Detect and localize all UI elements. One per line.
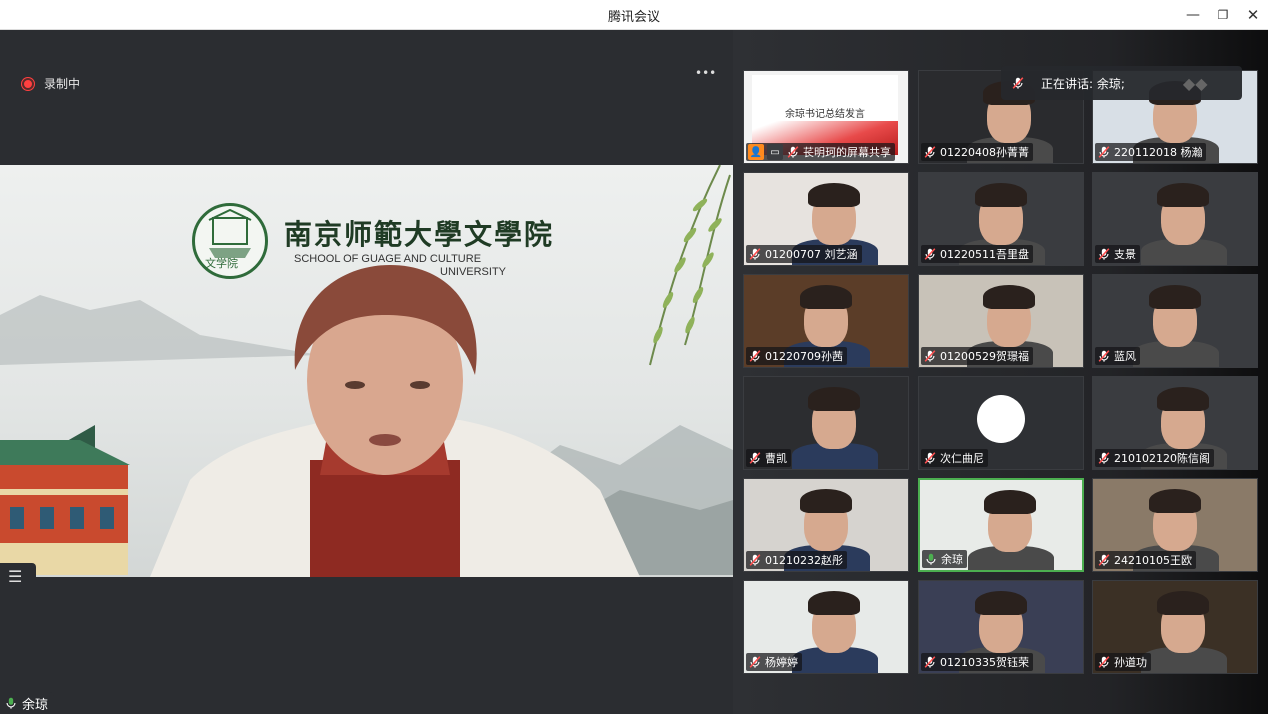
participant-label: 01200529贺璟福 (921, 347, 1033, 365)
participant-label: 210102120陈信阁 (1095, 449, 1214, 467)
mic-muted-icon (923, 247, 937, 261)
recording-label: 录制中 (44, 77, 81, 91)
list-menu-icon[interactable]: ☰ (0, 563, 36, 591)
mic-muted-icon (1097, 349, 1111, 363)
participant-label: 杨婷婷 (746, 653, 802, 671)
participant-name: 01210335贺钰荣 (940, 656, 1029, 669)
speaker-video[interactable]: 文学院 南京师範大學文學院 SCHOOL OF GUAGE AND CULTUR… (0, 165, 733, 577)
window-title: 腾讯会议 (607, 10, 660, 25)
mic-muted-icon (1097, 451, 1111, 465)
mic-muted-icon (786, 145, 800, 159)
participant-label: 孙道功 (1095, 653, 1151, 671)
title-bar: 腾讯会议 — ❐ ✕ (0, 0, 1268, 30)
participant-name: 蓝风 (1114, 350, 1136, 363)
participant-tile[interactable]: 支景 (1092, 172, 1258, 266)
participant-name: 01200529贺璟福 (940, 350, 1029, 363)
mic-muted-icon (748, 553, 762, 567)
participant-name: 24210105王欧 (1114, 554, 1192, 567)
mic-muted-icon (923, 655, 937, 669)
mic-on-icon (924, 552, 938, 566)
participant-tile[interactable]: 24210105王欧 (1092, 478, 1258, 572)
participant-label: 01200707 刘艺涵 (746, 245, 862, 263)
host-icon: 👤 (748, 144, 764, 160)
participant-name: 孙道功 (1114, 656, 1147, 669)
participant-tile[interactable]: 01210335贺钰荣 (918, 580, 1084, 674)
participant-tile[interactable]: 余琼书记总结发言 👤 ▭ 苌明珂的屏幕共享 (743, 70, 909, 164)
mic-muted-icon (748, 349, 762, 363)
participant-name: 01220709孙茜 (765, 350, 843, 363)
participant-name: 杨婷婷 (765, 656, 798, 669)
mic-muted-icon (923, 451, 937, 465)
participant-label: 01220511吾里盘 (921, 245, 1033, 263)
participant-tile[interactable]: 01220709孙茜 (743, 274, 909, 368)
participant-tile[interactable]: 杨婷婷 (743, 580, 909, 674)
participant-tile[interactable]: 孙道功 (1092, 580, 1258, 674)
participant-name: 次仁曲尼 (940, 452, 984, 465)
mic-muted-icon (923, 145, 937, 159)
avatar (977, 395, 1025, 443)
record-dot-icon (22, 77, 34, 90)
mic-on-icon (4, 696, 18, 710)
participant-name: 01200707 刘艺涵 (765, 248, 858, 261)
mic-muted-icon (748, 451, 762, 465)
mic-muted-icon (1097, 247, 1111, 261)
mic-muted-icon (1097, 145, 1111, 159)
participant-name: 曹凯 (765, 452, 787, 465)
speaking-text: 正在讲话: 余琼; (1041, 76, 1125, 91)
screen-share-icon: ▭ (767, 144, 783, 160)
participant-tile[interactable]: 曹凯 (743, 376, 909, 470)
participant-label: 蓝风 (1095, 347, 1140, 365)
participant-tile[interactable]: 01200707 刘艺涵 (743, 172, 909, 266)
participant-label: 支景 (1095, 245, 1140, 263)
close-button[interactable]: ✕ (1242, 4, 1264, 26)
participant-label: 01210232赵彤 (746, 551, 847, 569)
main-speaker-name: 余琼 (22, 697, 49, 713)
participant-name: 01220408孙菁菁 (940, 146, 1029, 159)
more-options-icon[interactable]: ••• (695, 67, 716, 83)
mic-muted-icon (1011, 76, 1025, 90)
participant-tile[interactable]: 210102120陈信阁 (1092, 376, 1258, 470)
participant-label: 次仁曲尼 (921, 449, 988, 467)
participant-tile[interactable]: 01200529贺璟福 (918, 274, 1084, 368)
participant-name: 支景 (1114, 248, 1136, 261)
recording-indicator[interactable]: 录制中 (22, 75, 80, 92)
school-name-cn: 南京师範大學文學院 (284, 218, 555, 251)
participant-name: 220112018 杨瀚 (1114, 146, 1203, 159)
participant-label: 曹凯 (746, 449, 791, 467)
participant-label: 👤 ▭ 苌明珂的屏幕共享 (746, 143, 895, 161)
main-video-area: 录制中 ••• 文学院 南京师範大學文學院 SCHOOL OF GUAGE AN… (0, 30, 733, 714)
participant-label: 220112018 杨瀚 (1095, 143, 1207, 161)
participant-label: 余琼 (922, 550, 967, 568)
minimize-button[interactable]: — (1182, 4, 1204, 26)
participant-label: 01220709孙茜 (746, 347, 847, 365)
participant-tile[interactable]: 次仁曲尼 (918, 376, 1084, 470)
participant-name: 苌明珂的屏幕共享 (803, 146, 891, 159)
participant-tile[interactable]: 蓝风 (1092, 274, 1258, 368)
participant-tile[interactable]: 01210232赵彤 (743, 478, 909, 572)
mic-muted-icon (748, 655, 762, 669)
maximize-button[interactable]: ❐ (1212, 4, 1234, 26)
speaking-banner: 正在讲话: 余琼; ◆◆ (1001, 66, 1242, 100)
participant-label: 01210335贺钰荣 (921, 653, 1033, 671)
participant-name: 01210232赵彤 (765, 554, 843, 567)
participant-name: 210102120陈信阁 (1114, 452, 1210, 465)
participant-name: 余琼 (941, 553, 963, 566)
slide-title: 余琼书记总结发言 (785, 109, 865, 120)
participant-label: 24210105王欧 (1095, 551, 1196, 569)
mic-muted-icon (923, 349, 937, 363)
participant-tile[interactable]: 余琼 (918, 478, 1084, 572)
speaker-figure (150, 265, 640, 577)
participant-name: 01220511吾里盘 (940, 248, 1029, 261)
mic-muted-icon (1097, 553, 1111, 567)
mic-muted-icon (748, 247, 762, 261)
main-speaker-label: 余琼 (0, 692, 55, 714)
participant-label: 01220408孙菁菁 (921, 143, 1033, 161)
mic-muted-icon (1097, 655, 1111, 669)
speaker-avatar-icon: ◆◆ (1182, 73, 1208, 93)
participant-tile[interactable]: 01220511吾里盘 (918, 172, 1084, 266)
